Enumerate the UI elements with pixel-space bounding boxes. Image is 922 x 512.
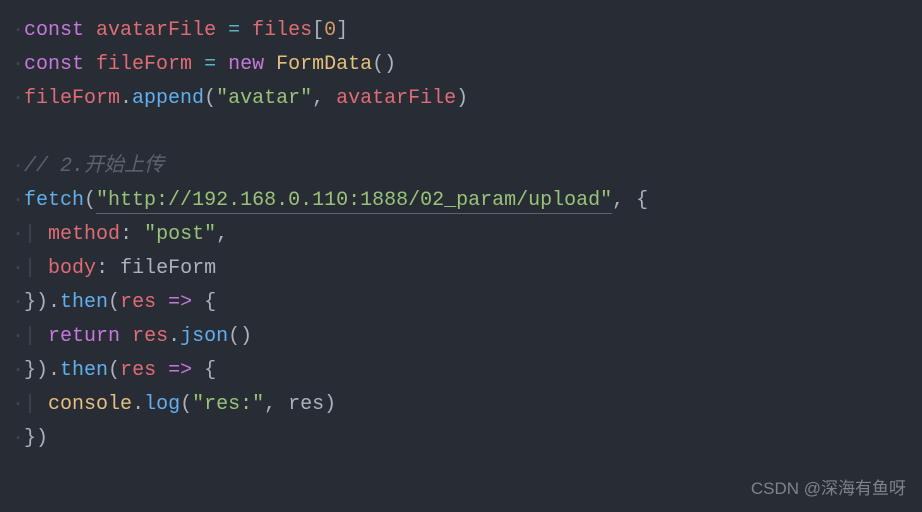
code-line: ·}).then(res => { [12,354,910,388]
code-line: ·const fileForm = new FormData() [12,48,910,82]
variable: res [132,325,168,348]
param: res [120,291,156,314]
variable: res [288,393,324,416]
code-line: ·fetch("http://192.168.0.110:1888/02_par… [12,184,910,218]
arrow: => [168,359,192,382]
code-line: ·const avatarFile = files[0] [12,14,910,48]
comment: // 2.开始上传 [24,155,164,178]
keyword-const: const [24,19,84,42]
string: "avatar" [216,87,312,110]
code-block: ·const avatarFile = files[0] ·const file… [12,14,910,456]
variable: fileForm [96,53,192,76]
function: fetch [24,189,84,212]
variable: files [252,19,312,42]
code-line: ·fileForm.append("avatar", avatarFile) [12,82,910,116]
number: 0 [324,19,336,42]
param: res [120,359,156,382]
string: "post" [144,223,216,246]
variable: fileForm [120,257,216,280]
code-line: ·| return res.json() [12,320,910,354]
watermark: CSDN @深海有鱼呀 [751,472,906,506]
operator: = [228,19,240,42]
method: append [132,87,204,110]
code-line: ·}).then(res => { [12,286,910,320]
method: json [180,325,228,348]
property: method [48,223,120,246]
variable: avatarFile [96,19,216,42]
object: console [48,393,132,416]
code-line: ·}) [12,422,910,456]
property: body [48,257,96,280]
method: log [144,393,180,416]
method: then [60,291,108,314]
code-line: ·| console.log("res:", res) [12,388,910,422]
variable: fileForm [24,87,120,110]
code-line: ·| method: "post", [12,218,910,252]
method: then [60,359,108,382]
code-line-blank [12,116,910,150]
url-string: "http://192.168.0.110:1888/02_param/uplo… [96,189,612,214]
class-name: FormData [276,53,372,76]
keyword-const: const [24,53,84,76]
keyword-new: new [228,53,264,76]
keyword-return: return [48,325,120,348]
variable: avatarFile [336,87,456,110]
string: "res:" [192,393,264,416]
code-line-comment: ·// 2.开始上传 [12,150,910,184]
operator: = [204,53,216,76]
code-line: ·| body: fileForm [12,252,910,286]
arrow: => [168,291,192,314]
